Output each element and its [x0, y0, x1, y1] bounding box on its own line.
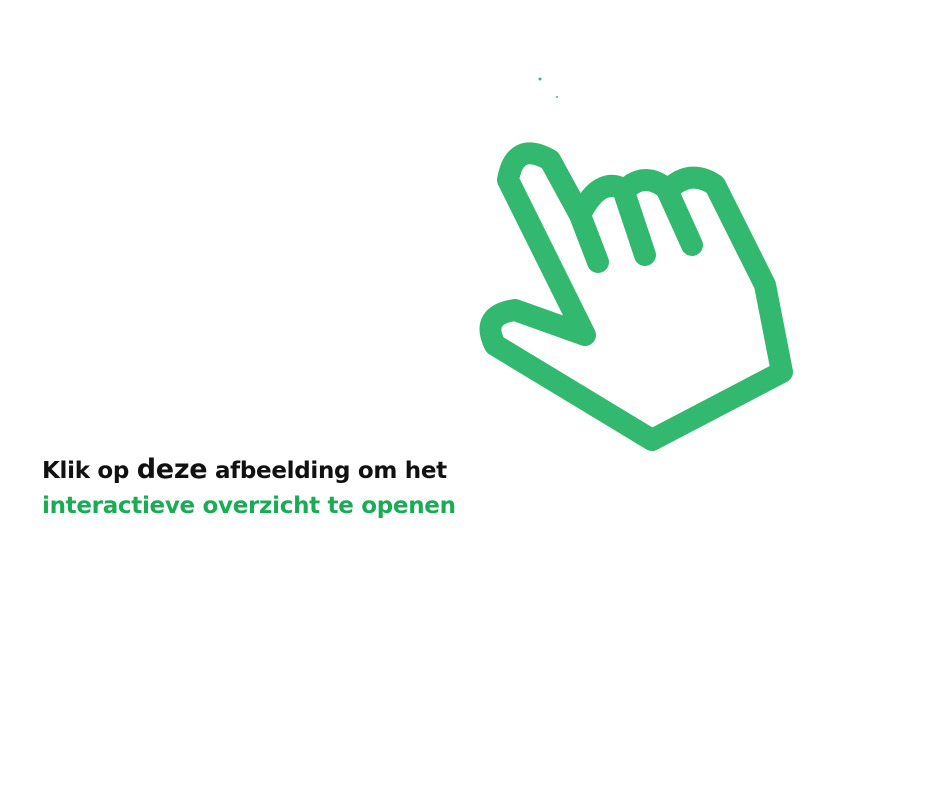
caption-text: Klik op [42, 458, 137, 484]
caption-line-1: Klik op deze afbeelding om het [42, 452, 456, 489]
caption-line-2: interactieve overzicht te openen [42, 493, 456, 519]
caption-text: afbeelding om het [207, 458, 447, 484]
caption-emphasis: deze [136, 454, 208, 485]
caption[interactable]: Klik op deze afbeelding om het interacti… [42, 452, 456, 524]
pointing-hand-icon[interactable] [0, 0, 940, 792]
